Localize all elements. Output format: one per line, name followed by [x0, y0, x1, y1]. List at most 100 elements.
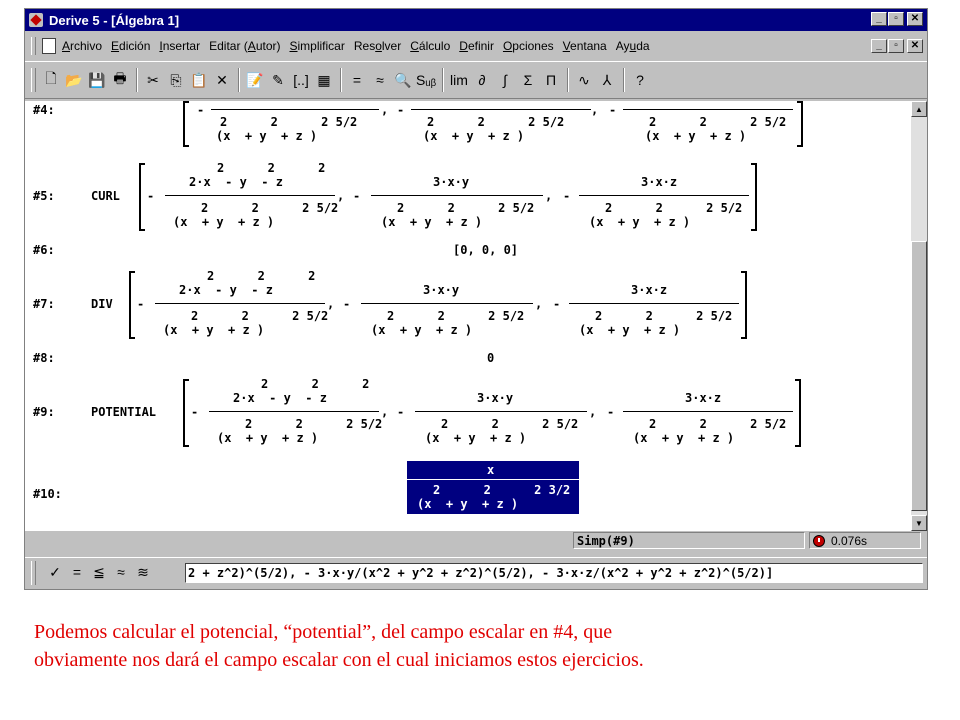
selected-expression[interactable]: x 2 2 2 3/2 (x + y + z )	[407, 461, 579, 514]
title-bar: Derive 5 - [Álgebra 1] _ ▫ ✕	[25, 9, 927, 31]
comma: ,	[327, 297, 335, 311]
approximate-icon[interactable]: ≈	[369, 69, 391, 91]
vector-icon[interactable]: [..]	[290, 69, 312, 91]
menu-calculo[interactable]: Cálculo	[410, 39, 450, 53]
vertical-scrollbar[interactable]: ▲ ▼	[911, 101, 927, 531]
delete-icon[interactable]: ✕	[211, 69, 233, 91]
new-file-icon[interactable]: 🗋	[40, 69, 62, 91]
substitute-icon[interactable]: Sᵤᵦ	[415, 69, 437, 91]
edit-text-icon[interactable]: ✎	[267, 69, 289, 91]
caption-line-1: Podemos calcular el potencial, “potentia…	[34, 621, 613, 643]
help-icon[interactable]: ?	[629, 69, 651, 91]
doc-minimize-button[interactable]: _	[871, 39, 887, 53]
cut-icon[interactable]: ✂	[142, 69, 164, 91]
simplify-enter-icon[interactable]: ≦	[88, 564, 110, 581]
minus-sign: -	[563, 189, 571, 203]
menu-resolver[interactable]: Resolver	[354, 39, 401, 53]
algebra-window[interactable]: #4: - 2 2 2 5/2 (x + y + z ) , - 2 2 2 5…	[25, 101, 911, 531]
den-base: (x + y + z )	[425, 431, 527, 445]
menu-edicion[interactable]: Edición	[111, 39, 150, 53]
approx-icon[interactable]: ≈	[110, 564, 132, 581]
toolbar-separator	[623, 68, 625, 92]
den-base: (x + y + z )	[371, 323, 473, 337]
zoom-expand-icon[interactable]: 🔍	[392, 69, 414, 91]
right-bracket	[741, 271, 747, 339]
right-bracket	[751, 163, 757, 231]
numerator: 3·x·z	[685, 391, 722, 405]
toolbar-grip[interactable]	[31, 68, 36, 92]
scroll-up-button[interactable]: ▲	[911, 101, 927, 117]
save-icon[interactable]: 💾	[86, 69, 108, 91]
maximize-button[interactable]: ▫	[888, 12, 904, 26]
expression-label: #8:	[33, 351, 55, 365]
den-exponents: 2 2 2 5/2	[441, 417, 579, 431]
num-exponents: 2 2 2	[207, 269, 316, 283]
scroll-down-button[interactable]: ▼	[911, 515, 927, 531]
menu-editar[interactable]: Editar (Autor)	[209, 39, 280, 53]
doc-close-button[interactable]: ✕	[907, 39, 923, 53]
den-base: (x + y + z )	[217, 431, 319, 445]
numerator: 2·x - y - z	[233, 391, 327, 405]
expression-label: #7:	[33, 297, 55, 311]
scroll-thumb[interactable]	[911, 241, 927, 511]
den-exponents: 2 2 2 5/2	[649, 115, 787, 129]
doc-restore-button[interactable]: ▫	[888, 39, 904, 53]
matrix-icon[interactable]: ▦	[313, 69, 335, 91]
integral-icon[interactable]: ∫	[494, 69, 516, 91]
limit-icon[interactable]: lim	[448, 69, 470, 91]
print-icon[interactable]: 🖶	[109, 69, 131, 91]
minus-sign: -	[137, 297, 145, 311]
derive-app-icon[interactable]	[29, 13, 43, 27]
copy-icon[interactable]: ⎘	[165, 69, 187, 91]
plot-2d-icon[interactable]: ∿	[573, 69, 595, 91]
menu-grip[interactable]	[31, 37, 36, 55]
window-title: Derive 5 - [Álgebra 1]	[49, 12, 180, 28]
entry-grip[interactable]	[31, 560, 36, 585]
menu-opciones[interactable]: Opciones	[503, 39, 554, 53]
menu-insertar[interactable]: Insertar	[159, 39, 200, 53]
equals-icon[interactable]: =	[66, 564, 88, 581]
close-button[interactable]: ✕	[907, 12, 923, 26]
menu-bar: Archivo Edición Insertar Editar (Autor) Simp…	[25, 35, 927, 57]
den-exponents: 2 2 2 5/2	[649, 417, 787, 431]
numerator: 2·x - y - z	[179, 283, 273, 297]
expression-label: #4:	[33, 103, 55, 117]
den-exponents: 2 2 2 3/2	[433, 483, 571, 497]
expression-input[interactable]: 2 + z^2)^(5/2), - 3·x·y/(x^2 + y^2 + z^2…	[185, 563, 923, 583]
menu-definir[interactable]: Definir	[459, 39, 494, 53]
document-icon[interactable]	[42, 38, 56, 54]
status-message: Simp(#9)	[573, 532, 805, 549]
function-name: POTENTIAL	[91, 405, 157, 419]
function-name: DIV	[91, 297, 113, 311]
insert-text-icon[interactable]: 📝	[244, 69, 266, 91]
paste-icon[interactable]: 📋	[188, 69, 210, 91]
menu-simplificar[interactable]: Simplificar	[290, 39, 345, 53]
minus-sign: -	[343, 297, 351, 311]
timer-icon	[813, 534, 825, 547]
fraction-bar	[415, 411, 587, 412]
approx-enter-icon[interactable]: ≋	[132, 564, 154, 581]
menu-archivo[interactable]: Archivo	[62, 39, 102, 53]
check-icon[interactable]: ✓	[44, 564, 66, 581]
toolbar-separator	[238, 68, 240, 92]
product-icon[interactable]: Π	[540, 69, 562, 91]
numerator: 3·x·z	[631, 283, 668, 297]
den-exponents: 2 2 2 5/2	[397, 201, 535, 215]
function-name: CURL	[91, 189, 120, 203]
open-folder-icon[interactable]: 📂	[63, 69, 85, 91]
den-base: (x + y + z )	[381, 215, 483, 229]
status-time-cell: 0.076s	[809, 532, 921, 549]
menu-ventana[interactable]: Ventana	[563, 39, 607, 53]
minimize-button[interactable]: _	[871, 12, 887, 26]
left-bracket	[183, 379, 189, 447]
derivative-icon[interactable]: ∂	[471, 69, 493, 91]
menu-ayuda[interactable]: Ayuda	[616, 39, 650, 53]
den-exponents: 2 2 2 5/2	[387, 309, 525, 323]
plot-3d-icon[interactable]: ⅄	[596, 69, 618, 91]
sum-icon[interactable]: Σ	[517, 69, 539, 91]
simplify-icon[interactable]: =	[346, 69, 368, 91]
derive-window: Derive 5 - [Álgebra 1] _ ▫ ✕ Archivo Edic…	[24, 8, 928, 590]
fraction-bar	[371, 195, 543, 196]
slide-caption: Podemos calcular el potencial, “potentia…	[34, 618, 934, 674]
fraction-bar	[407, 479, 579, 480]
